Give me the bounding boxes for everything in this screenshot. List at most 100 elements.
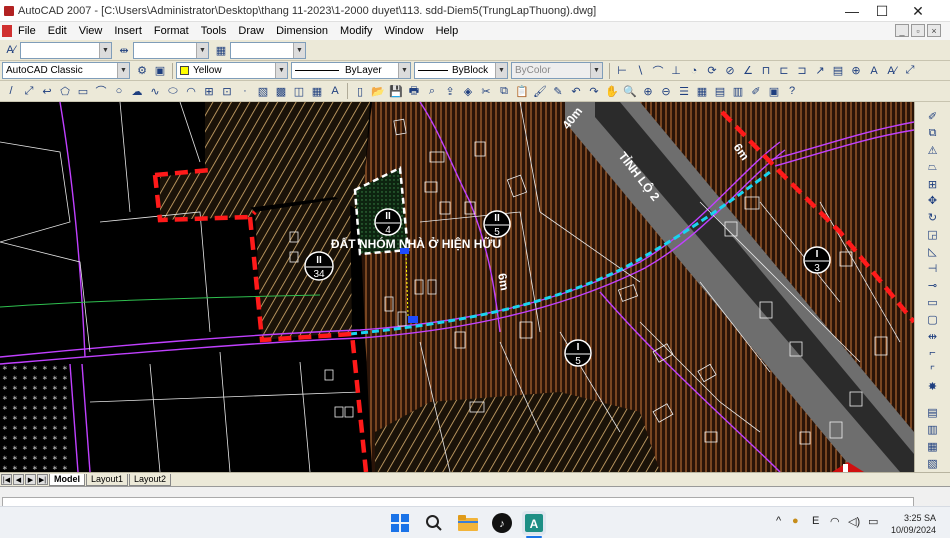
doc-close-button[interactable]: × [927,24,941,37]
fillet-icon[interactable]: ⌜ [925,363,941,378]
tab-model[interactable]: Model [49,473,85,486]
dim-aligned-icon[interactable]: ∖ [632,63,648,79]
text-style-icon[interactable]: A⁄ [3,42,19,58]
quickcalc-icon[interactable]: ▣ [766,83,782,99]
ellipse-arc-icon[interactable]: ◠ [183,83,199,99]
copy-object-icon[interactable]: ⧉ [925,126,941,141]
line-icon[interactable]: / [3,83,19,99]
menu-modify[interactable]: Modify [334,25,378,37]
dim-arc-icon[interactable]: ⌒ [650,63,666,79]
menu-format[interactable]: Format [148,25,195,37]
workspace-save-icon[interactable]: ▣ [152,63,168,79]
polyline-icon[interactable]: ↩ [39,83,55,99]
search-icon[interactable] [422,511,446,535]
chamfer-icon[interactable]: ⌐ [925,346,941,361]
design-center-icon[interactable]: ▦ [694,83,710,99]
break-point-icon[interactable]: ▭ [925,295,941,310]
next-tab-button[interactable]: ▶ [25,474,36,485]
dim-ordinate-icon[interactable]: ⊥ [668,63,684,79]
redo-icon[interactable]: ↷ [586,83,602,99]
tolerance-icon[interactable]: ▤ [830,63,846,79]
volume-icon[interactable]: ◁) [848,515,860,528]
menu-view[interactable]: View [73,25,109,37]
erase-icon[interactable]: ✐ [925,109,941,124]
rectangle-icon[interactable]: ▭ [75,83,91,99]
last-tab-button[interactable]: ▶| [37,474,48,485]
doc-restore-button[interactable]: ▫ [911,24,925,37]
tab-layout1[interactable]: Layout1 [86,473,129,486]
workspace-dropdown[interactable]: AutoCAD Classic ▼ [2,62,130,79]
save-icon[interactable]: 💾 [388,83,404,99]
dim-update-icon[interactable]: ⤢ [902,63,918,79]
stretch-icon[interactable]: ◺ [925,244,941,259]
construction-line-icon[interactable]: ⤢ [21,83,37,99]
plot-icon[interactable]: 🖶 [406,83,422,99]
table-style-icon[interactable]: ▦ [213,42,229,58]
drawing-canvas[interactable]: ∗ [0,102,914,472]
3d-dwf-icon[interactable]: ◈ [460,83,476,99]
dim-continue-icon[interactable]: ⊐ [794,63,810,79]
zoom-previous-icon[interactable]: ⊖ [658,83,674,99]
first-tab-button[interactable]: |◀ [1,474,12,485]
tool-palettes-icon[interactable]: ▤ [712,83,728,99]
scale-icon[interactable]: ◲ [925,227,941,242]
break-icon[interactable]: ▢ [925,312,941,327]
arc-icon[interactable]: ⌒ [93,83,109,99]
text-style-dropdown[interactable]: ▼ [20,41,112,59]
hatch-icon[interactable]: ▧ [255,83,271,99]
dim-jogged-icon[interactable]: ⟳ [704,63,720,79]
zoom-realtime-icon[interactable]: 🔍 [622,83,638,99]
publish-icon[interactable]: ⇪ [442,83,458,99]
sheet-set-icon[interactable]: ▥ [730,83,746,99]
table-style-dropdown[interactable]: ▼ [230,41,306,59]
open-file-icon[interactable]: 📂 [370,83,386,99]
help-icon[interactable]: ? [784,83,800,99]
pan-icon[interactable]: ✋ [604,83,620,99]
wifi-icon[interactable]: ◠ [830,515,840,528]
windows-start-icon[interactable] [388,511,412,535]
dim-style-icon[interactable]: ⇹ [116,42,132,58]
language-icon[interactable]: E [812,515,819,527]
undo-icon[interactable]: ↶ [568,83,584,99]
array-icon[interactable]: ⊞ [925,177,941,192]
copy-icon[interactable]: ⧉ [496,83,512,99]
menu-window[interactable]: Window [378,25,429,37]
plot-preview-icon[interactable]: ⌕ [424,83,440,99]
chevron-up-icon[interactable]: ^ [776,515,781,527]
spline-icon[interactable]: ∿ [147,83,163,99]
menu-edit[interactable]: Edit [42,25,73,37]
paste-icon[interactable]: 📋 [514,83,530,99]
linetype-dropdown[interactable]: ByLayer ▼ [291,62,411,79]
workspace-settings-icon[interactable]: ⚙ [134,63,150,79]
color-dropdown[interactable]: Yellow ▼ [176,62,288,79]
doc-minimize-button[interactable]: _ [895,24,909,37]
dim-edit-icon[interactable]: A [866,63,882,79]
offset-icon[interactable]: ⏢ [925,160,941,175]
make-block-icon[interactable]: ⊡ [219,83,235,99]
dim-linear-icon[interactable]: ⊢ [614,63,630,79]
menu-dimension[interactable]: Dimension [270,25,334,37]
mirror-icon[interactable]: ⚠ [925,143,941,158]
close-button[interactable]: ✕ [900,0,936,22]
ellipse-icon[interactable]: ⬭ [165,83,181,99]
quick-dim-icon[interactable]: ⊓ [758,63,774,79]
explode-icon[interactable]: ✸ [925,380,941,395]
plotstyle-dropdown[interactable]: ByColor ▼ [511,62,603,79]
gradient-icon[interactable]: ▩ [273,83,289,99]
circle-icon[interactable]: ○ [111,83,127,99]
draworder-above-icon[interactable]: ▦ [925,439,941,454]
draworder-front-icon[interactable]: ▤ [925,405,941,420]
dim-radius-icon[interactable]: ◔ [686,63,702,79]
dim-angular-icon[interactable]: ∠ [740,63,756,79]
file-explorer-icon[interactable] [456,511,480,535]
menu-file[interactable]: File [12,25,42,37]
autocad-icon[interactable]: A [522,511,546,535]
dim-text-edit-icon[interactable]: A⁄ [884,63,900,79]
extend-icon[interactable]: ⊸ [925,278,941,293]
menu-help[interactable]: Help [430,25,465,37]
draworder-below-icon[interactable]: ▧ [925,456,941,471]
tray-app-icon[interactable]: ● [792,515,799,527]
drawing-svg[interactable]: ∗ [0,102,914,472]
revision-cloud-icon[interactable]: ☁ [129,83,145,99]
maximize-button[interactable]: ☐ [864,0,900,22]
